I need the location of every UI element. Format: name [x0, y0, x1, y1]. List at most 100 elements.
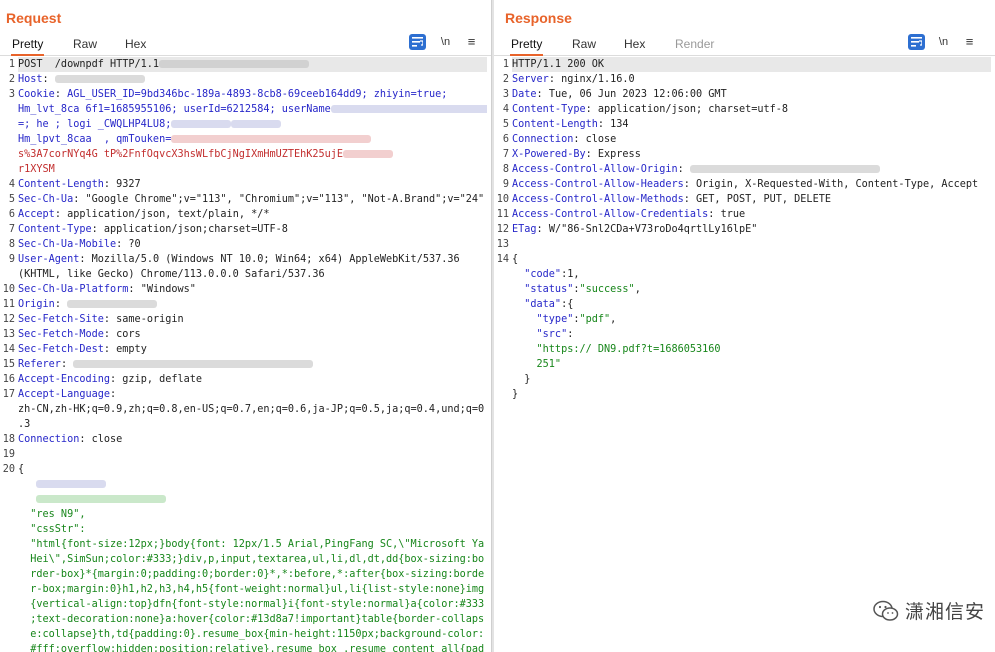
request-pane: Request Pretty Raw Hex \n ≡ 1 2 3 4 5 6 7 8 9 10 1… [0, 0, 491, 652]
response-menu-icon[interactable]: ≡ [961, 34, 978, 50]
request-code-line: Sec-Fetch-Mode: cors [18, 327, 487, 342]
request-line-number [0, 267, 16, 282]
request-code: POST /downpdf HTTP/1.1 Host: Cookie: AGL_… [18, 57, 487, 652]
response-tab-raw[interactable]: Raw [571, 37, 597, 56]
response-line-number: 13 [496, 239, 509, 250]
request-line-number [0, 132, 16, 147]
request-code-line: zh-CN,zh-HK;q=0.9,zh;q=0.8,en-US;q=0.7,e… [18, 402, 487, 417]
request-menu-icon[interactable]: ≡ [463, 34, 480, 50]
code-text: (KHTML, like Gecko) Chrome/113.0.0.0 Saf… [18, 269, 325, 280]
json-string: {vertical-align:top}dfn{font-style:norma… [18, 599, 485, 610]
redacted-text [159, 60, 310, 68]
redacted-text [171, 135, 372, 143]
request-code-line: e:collapse}th,td{padding:0}.resume_box{m… [18, 627, 487, 642]
response-pretty-print-icon[interactable] [908, 34, 925, 50]
request-code-line: Origin: [18, 297, 487, 312]
response-code-line: Access-Control-Allow-Credentials: true [512, 207, 991, 222]
header-name: Host [18, 74, 43, 85]
watermark: 潇湘信安 [873, 597, 985, 624]
header-name: Content-Type [18, 224, 92, 235]
json-string: e:collapse}th,td{padding:0}.resume_box{m… [18, 629, 485, 640]
response-line-numbers: 1 2 3 4 5 6 7 8 9 10 11 12 13 14 [494, 57, 510, 402]
header-name: Sec-Ch-Ua [18, 194, 74, 205]
request-pretty-print-icon[interactable] [409, 34, 426, 50]
header-separator: : [103, 314, 117, 325]
header-separator: : [548, 74, 562, 85]
header-name: Sec-Fetch-Dest [18, 344, 104, 355]
code-text: "Google Chrome";v="113", "Chromium";v="1… [85, 194, 485, 205]
response-line-number [494, 372, 510, 387]
response-tab-pretty[interactable]: Pretty [510, 37, 544, 56]
header-separator: : [536, 224, 549, 235]
json-colon: : [567, 329, 574, 340]
header-separator: : [103, 344, 117, 355]
request-code-line: "html{font-size:12px;}body{font: 12px/1.… [18, 537, 487, 552]
code-text: empty [116, 344, 147, 355]
header-name: Accept-Encoding [18, 374, 111, 385]
response-line-number: 10 [496, 194, 509, 205]
response-line-number: 4 [502, 104, 509, 115]
request-code-line: {vertical-align:top}dfn{font-style:norma… [18, 597, 487, 612]
request-newline-toggle[interactable]: \n [437, 34, 454, 50]
code-text: application/json;charset=UTF-8 [103, 224, 288, 235]
redacted-text [73, 360, 314, 368]
json-string: Hei\",SimSun;color:#333;}div,p,input,tex… [18, 554, 485, 565]
request-tab-hex[interactable]: Hex [124, 37, 147, 56]
request-line-number: 10 [2, 284, 15, 295]
json-key: "src" [512, 329, 568, 340]
request-line-number [0, 582, 16, 597]
header-name: Content-Length [512, 119, 598, 130]
request-line-number [0, 492, 16, 507]
response-line-number: 12 [496, 224, 509, 235]
response-pane: Response Pretty Raw Hex Render \n ≡ 1234… [494, 0, 995, 652]
response-line-number [494, 357, 510, 372]
request-tab-raw[interactable]: Raw [72, 37, 98, 56]
response-tab-render[interactable]: Render [674, 37, 715, 56]
response-code-line: Date: Tue, 06 Jun 2023 12:06:00 GMT [512, 87, 991, 102]
code-text: application/json; charset=utf-8 [597, 104, 789, 115]
header-separator: : [708, 209, 721, 220]
request-code-line: Hm_lpvt_8caa , qmTouken= [18, 132, 487, 147]
request-tab-pretty[interactable]: Pretty [11, 37, 45, 56]
request-code-line: Content-Type: application/json;charset=U… [18, 222, 487, 237]
response-code-line: "type":"pdf", [512, 312, 991, 327]
code-text: true [720, 209, 746, 220]
code-text: cors [116, 329, 141, 340]
request-line-number: 12 [2, 314, 15, 325]
json-value: "success" [579, 284, 635, 295]
response-code-line: Content-Length: 134 [512, 117, 991, 132]
request-line-number [0, 537, 16, 552]
json-string: 251" [512, 359, 562, 370]
code-text: "Windows" [140, 284, 196, 295]
request-line-number: 8 [8, 239, 15, 250]
request-code-line: Sec-Ch-Ua: "Google Chrome";v="113", "Chr… [18, 192, 487, 207]
response-line-number [494, 342, 510, 357]
redacted-text [67, 300, 158, 308]
request-editor[interactable]: 1 2 3 4 5 6 7 8 9 10 11 12 13 14 15 16 17 18 19 20 POST /do… [0, 57, 491, 652]
header-separator: : [677, 164, 690, 175]
response-editor[interactable]: 1 2 3 4 5 6 7 8 9 10 11 12 13 14 HTTP/1.1 200 OK Serve… [494, 57, 995, 652]
header-separator: : [536, 89, 549, 100]
response-newline-toggle[interactable]: \n [935, 34, 952, 50]
header-separator: : [116, 239, 129, 250]
request-line-number: 1 [8, 59, 15, 70]
response-tab-hex[interactable]: Hex [623, 37, 646, 56]
code-text: ?0 [128, 239, 141, 250]
code-text: HTTP/1.1 200 OK [512, 59, 605, 70]
header-value: AGL_USER_ID=9bd346bc-189a-4893-8cb8-69ce… [67, 89, 448, 100]
header-name: Connection [18, 434, 80, 445]
response-line-number [494, 312, 510, 327]
request-code-line: Sec-Fetch-Dest: empty [18, 342, 487, 357]
json-string: "cssStr": [18, 524, 86, 535]
code-text: { [512, 254, 519, 265]
response-code-line: "https:// DN9.pdf?t=1686053160 [512, 342, 991, 357]
response-line-number [494, 267, 510, 282]
response-code-line: X-Powered-By: Express [512, 147, 991, 162]
request-line-number: 13 [2, 329, 15, 340]
request-line-number: 3 [8, 89, 15, 100]
request-code-line: ;text-decoration:none}a:hover{color:#13d… [18, 612, 487, 627]
response-code-line: ETag: W/"86-Snl2CDa+V73roDo4qrtlLy16lpE" [512, 222, 991, 237]
header-separator: : [42, 74, 55, 85]
header-name: Connection [512, 134, 574, 145]
response-title: Response [505, 10, 572, 26]
